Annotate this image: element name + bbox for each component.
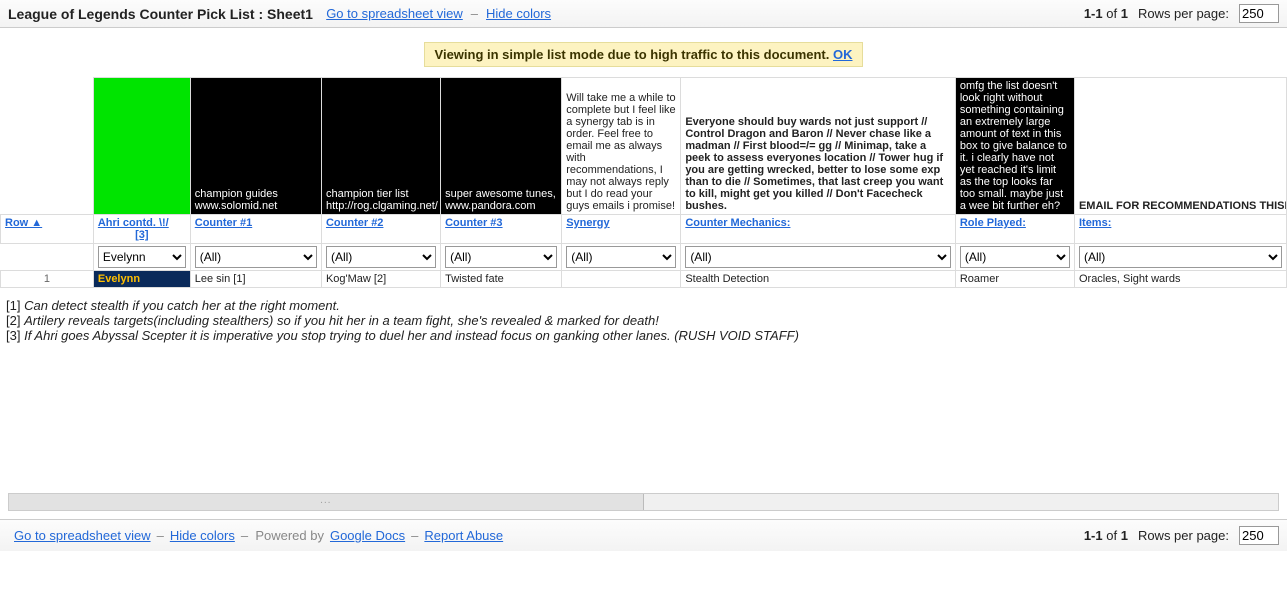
mechanics-header[interactable]: Counter Mechanics: [681,215,956,244]
mechanics-note-cell: Everyone should buy wards not just suppo… [681,78,956,215]
notice-ok-link[interactable]: OK [833,47,853,62]
mechanics-cell: Stealth Detection [681,271,956,288]
bottom-bar: Go to spreadsheet view – Hide colors – P… [0,519,1287,551]
info-row: champion guides www.solomid.net champion… [1,78,1287,215]
synergy-header[interactable]: Synergy [562,215,681,244]
filter-items[interactable]: (All) [1079,246,1282,268]
footnotes: [1] Can detect stealth if you catch her … [0,288,1287,353]
traffic-notice: Viewing in simple list mode due to high … [424,42,864,67]
role-cell: Roamer [955,271,1074,288]
report-abuse-link[interactable]: Report Abuse [424,528,503,543]
green-cell [93,78,190,215]
footer-rpp-input[interactable] [1239,526,1279,545]
filter-champion[interactable]: Evelynn [98,246,186,268]
footer-spreadsheet-link[interactable]: Go to spreadsheet view [14,528,151,543]
horizontal-scrollbar[interactable]: ∙∙∙ [8,493,1279,511]
synergy-note-cell: Will take me a while to complete but I f… [562,78,681,215]
rows-per-page-label: Rows per page: [1138,6,1229,21]
top-bar: League of Legends Counter Pick List : Sh… [0,0,1287,28]
guides-cell: champion guides www.solomid.net [190,78,321,215]
counter2-cell: Kog'Maw [2] [321,271,440,288]
data-table: champion guides www.solomid.net champion… [0,77,1287,288]
champion-cell: Evelynn [93,271,190,288]
filter-counter2[interactable]: (All) [326,246,436,268]
row-number: 1 [1,271,94,288]
header-row: Row ▲ Ahri contd. \!/[3] Counter #1 Coun… [1,215,1287,244]
ahri-ref-link[interactable]: [3] [135,229,148,241]
items-header[interactable]: Items: [1074,215,1286,244]
doc-title: League of Legends Counter Pick List : Sh… [8,6,313,22]
filter-counter3[interactable]: (All) [445,246,557,268]
footer-hidecolors-link[interactable]: Hide colors [170,528,235,543]
hide-colors-link[interactable]: Hide colors [486,6,551,21]
row-header[interactable]: Row ▲ [1,215,94,244]
email-note-cell: EMAIL FOR RECOMMENDATIONS THISISMY [1074,78,1286,215]
filter-synergy[interactable]: (All) [566,246,676,268]
tier-cell: champion tier list http://rog.clgaming.n… [321,78,440,215]
page-info: 1-1 of 1 [1084,6,1128,21]
google-docs-link[interactable]: Google Docs [330,528,405,543]
counter1-header[interactable]: Counter #1 [190,215,321,244]
filter-counter1[interactable]: (All) [195,246,317,268]
spreadsheet-view-link[interactable]: Go to spreadsheet view [326,6,463,21]
table-row: 1 Evelynn Lee sin [1] Kog'Maw [2] Twiste… [1,271,1287,288]
counter1-cell: Lee sin [1] [190,271,321,288]
role-note-cell: omfg the list doesn't look right without… [955,78,1074,215]
powered-by: Powered by [248,528,324,543]
counter2-header[interactable]: Counter #2 [321,215,440,244]
counter3-cell: Twisted fate [441,271,562,288]
filter-role[interactable]: (All) [960,246,1070,268]
rows-per-page-input[interactable] [1239,4,1279,23]
footer-rpp-label: Rows per page: [1138,528,1229,543]
dash: – [471,6,478,21]
synergy-cell [562,271,681,288]
items-cell: Oracles, Sight wards [1074,271,1286,288]
filter-row: Evelynn (All) (All) (All) (All) (All) (A… [1,244,1287,271]
filter-mechanics[interactable]: (All) [685,246,951,268]
tunes-cell: super awesome tunes, www.pandora.com [441,78,562,215]
counter3-header[interactable]: Counter #3 [441,215,562,244]
role-header[interactable]: Role Played: [955,215,1074,244]
champion-header[interactable]: Ahri contd. \!/[3] [93,215,190,244]
footer-page-info: 1-1 of 1 [1084,528,1128,543]
